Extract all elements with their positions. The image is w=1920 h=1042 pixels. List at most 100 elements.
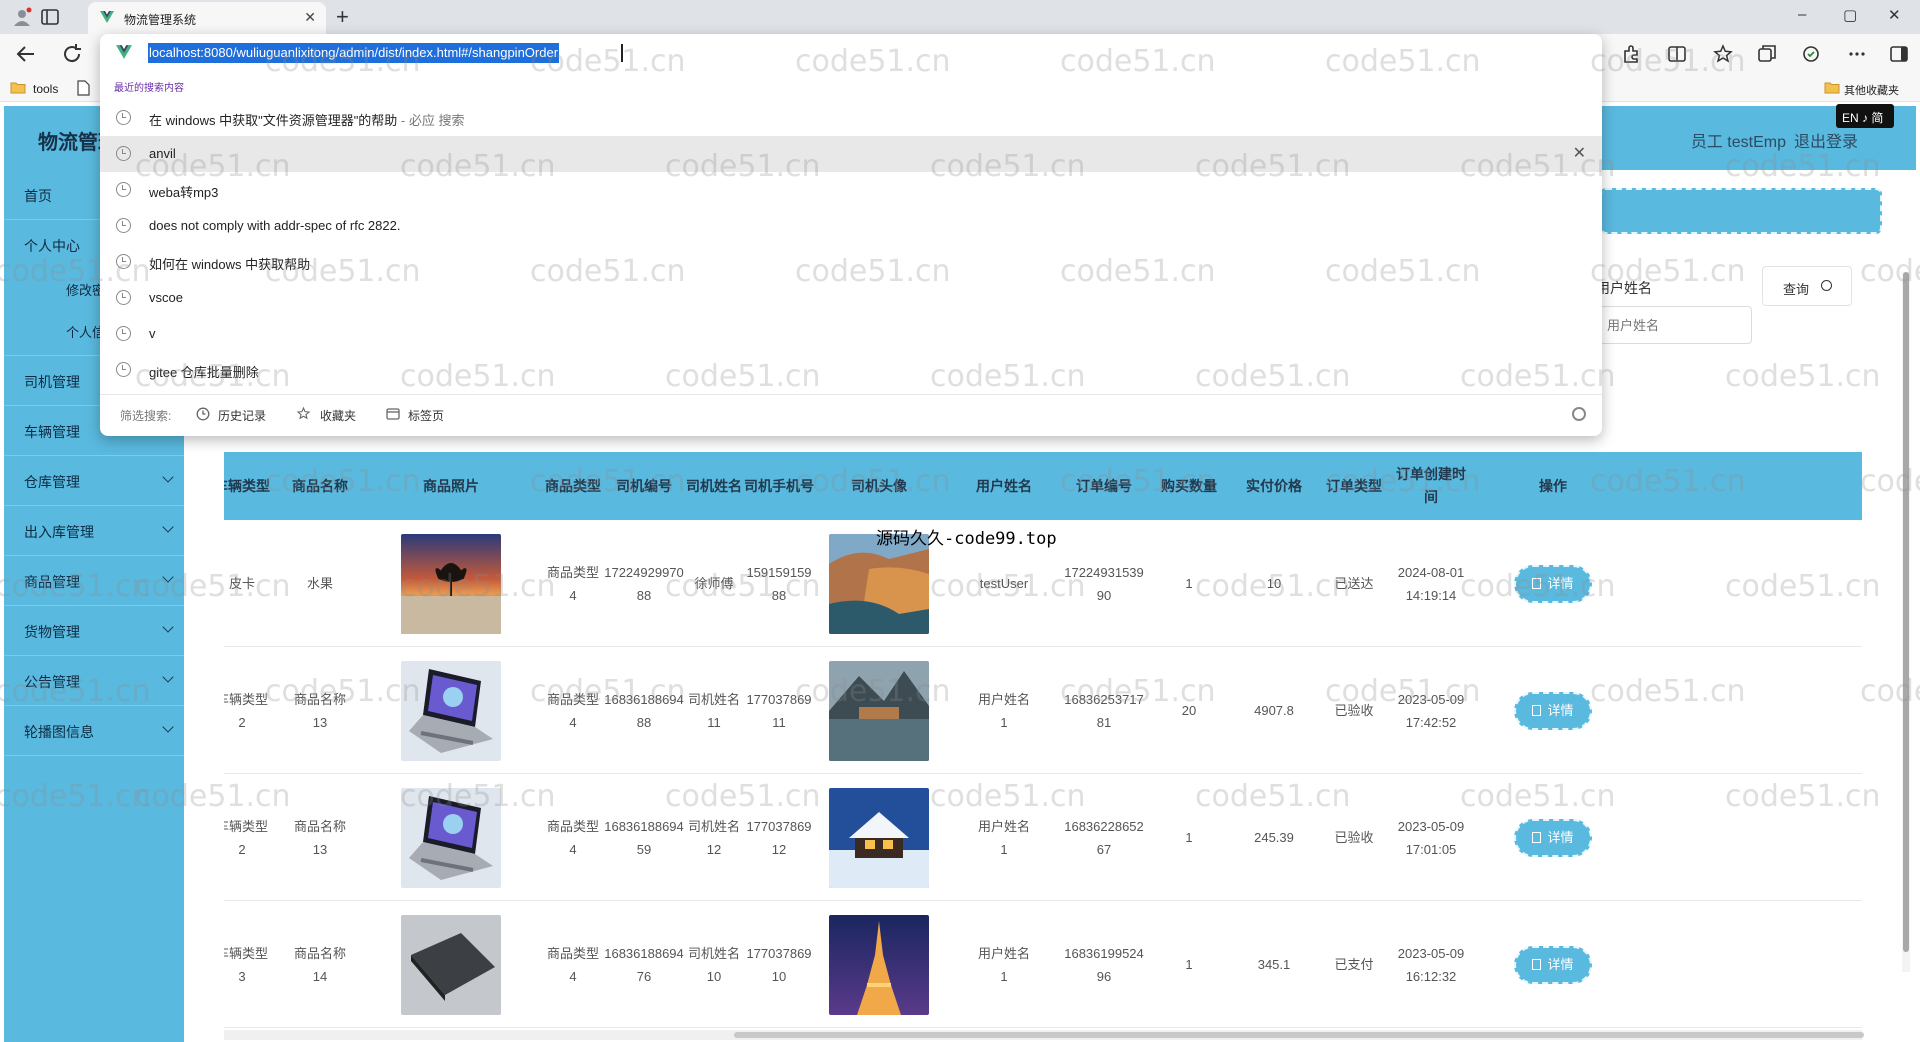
search-user-name-input[interactable] (1596, 306, 1752, 344)
address-input-selected[interactable]: localhost:8080/wuliuguanlixitong/admin/d… (148, 43, 560, 63)
detail-button-label: 详情 (1547, 703, 1574, 718)
extensions-icon[interactable] (1620, 43, 1642, 65)
filter-tabs[interactable]: 标签页 (408, 407, 444, 424)
table-cell-order-no: 1683625371781 (1064, 647, 1144, 774)
bookmark-folder-tools[interactable]: tools (33, 82, 58, 96)
logout-link[interactable]: 退出登录 (1794, 128, 1858, 152)
horizontal-scrollbar[interactable] (224, 1030, 1864, 1040)
sidebar-item-notices[interactable]: 公告管理 (4, 656, 184, 706)
suggestion-query: 在 windows 中获取"文件资源管理器"的帮助 (149, 113, 398, 128)
remove-suggestion-icon[interactable]: ✕ (1573, 143, 1586, 163)
cell-text: 商品类型4 (546, 818, 599, 857)
cell-text: 车辆类型2 (224, 818, 268, 857)
cell-text: 商品名称13 (293, 691, 346, 730)
detail-button[interactable]: 详情 (1514, 818, 1592, 857)
cell-text: 2023-05-09 17:01:05 (1397, 818, 1465, 857)
tab-close-icon[interactable]: ✕ (304, 9, 316, 26)
bookmark-folder-other[interactable]: 其他收藏夹 (1844, 82, 1899, 98)
sidebar-item-goods[interactable]: 货物管理 (4, 606, 184, 656)
column-header: 用户姓名 (976, 477, 1032, 494)
refresh-icon[interactable] (60, 42, 84, 66)
table-cell-vehicle-type: 车辆类型2 (224, 647, 280, 774)
suggestion-item[interactable]: v (100, 316, 1602, 352)
cell-text: 1722492997088 (604, 564, 684, 603)
cell-text: 水果 (306, 576, 333, 591)
cell-text: 17703786911 (746, 691, 812, 730)
table-cell-price: 245.39 (1234, 774, 1314, 901)
scrollbar-thumb[interactable] (734, 1032, 1864, 1038)
suggestion-item[interactable]: weba转mp3 (100, 172, 1602, 208)
product-photo (360, 520, 542, 647)
browser-tab-active[interactable]: 物流管理系统 ✕ (88, 2, 326, 34)
language-badge[interactable]: EN ♪ 简 (1836, 104, 1894, 128)
restore-button[interactable]: ▢ (1843, 6, 1857, 24)
sidebar-item-label: 首页 (24, 188, 52, 204)
sidebar-item-warehouse[interactable]: 仓库管理 (4, 456, 184, 506)
table-cell-driver-no: 1683618869488 (604, 647, 684, 774)
table-cell-order-type: 已送达 (1314, 520, 1394, 647)
sidebar-item-carousel[interactable]: 轮播图信息 (4, 706, 184, 756)
detail-button[interactable]: 详情 (1514, 564, 1592, 603)
column-header: 订单创建时间 (1396, 466, 1466, 505)
more-menu-icon[interactable] (1846, 43, 1868, 65)
suggestion-item[interactable]: 如何在 windows 中获取帮助 (100, 244, 1602, 280)
table-cell-product-type: 商品类型4 (542, 774, 604, 901)
history-clock-icon (116, 146, 131, 161)
table-cell-driver-name: 司机姓名10 (684, 901, 744, 1028)
suggestion-item[interactable]: 在 windows 中获取"文件资源管理器"的帮助 - 必应 搜索 (100, 100, 1602, 136)
table-cell-driver-phone: 17703786912 (744, 774, 814, 901)
collections-icon[interactable] (1756, 43, 1778, 65)
sidebar-item-inout[interactable]: 出入库管理 (4, 506, 184, 556)
new-tab-button[interactable]: + (336, 4, 349, 30)
suggestion-item[interactable]: anvil ✕ (100, 136, 1602, 172)
table-cell-driver-name: 徐师傅 (684, 520, 744, 647)
cell-text: 已送达 (1334, 576, 1374, 591)
cell-text: 2023-05-09 16:12:32 (1397, 945, 1465, 984)
cell-text: 1 (1185, 957, 1193, 972)
tab-actions-icon[interactable] (40, 7, 60, 27)
profile-icon[interactable] (12, 7, 32, 27)
cell-text: 商品类型4 (546, 945, 599, 984)
gear-icon[interactable] (1572, 407, 1586, 421)
cell-text: 徐师傅 (694, 576, 734, 591)
history-clock-icon (116, 362, 131, 377)
vertical-scrollbar[interactable] (1902, 272, 1910, 972)
filter-history[interactable]: 历史记录 (218, 407, 266, 424)
sidebar-item-label: 公告管理 (24, 674, 80, 690)
suggestion-item[interactable]: vscoe (100, 280, 1602, 316)
suggestion-text: weba转mp3 (149, 182, 218, 201)
detail-button[interactable]: 详情 (1514, 691, 1592, 730)
sidebar-toggle-icon[interactable] (1888, 43, 1910, 65)
scrollbar-thumb[interactable] (1903, 272, 1909, 952)
query-button[interactable]: 查询 (1762, 266, 1852, 306)
table-cell-driver-no: 1683618869476 (604, 901, 684, 1028)
cell-text: 1683618869488 (604, 691, 684, 730)
page-icon[interactable] (77, 80, 90, 96)
close-window-button[interactable]: ✕ (1888, 6, 1901, 24)
table-cell-driver-no: 1722492997088 (604, 520, 684, 647)
table-cell-actions: 详情 (1468, 520, 1638, 647)
filter-favorites[interactable]: 收藏夹 (320, 407, 356, 424)
browser-essentials-icon[interactable] (1800, 43, 1822, 65)
cell-text: 用户姓名1 (977, 945, 1030, 984)
sidebar-item-label: 司机管理 (24, 374, 80, 390)
table-cell-price: 4907.8 (1234, 647, 1314, 774)
detail-button[interactable]: 详情 (1514, 945, 1592, 984)
table-cell-actions: 详情 (1468, 901, 1638, 1028)
sidebar-item-products[interactable]: 商品管理 (4, 556, 184, 606)
column-header: 订单编号 (1076, 477, 1132, 494)
minimize-button[interactable]: – (1798, 6, 1806, 23)
sidebar-item-label: 商品管理 (24, 574, 80, 590)
table-cell-user-name: 用户姓名1 (944, 774, 1064, 901)
column-header: 司机头像 (851, 477, 907, 494)
back-arrow-icon[interactable] (14, 42, 38, 66)
current-user: 员工 testEmp (1690, 134, 1786, 151)
suggestion-item[interactable]: does not comply with addr-spec of rfc 28… (100, 208, 1602, 244)
filter-label: 筛选搜索: (120, 409, 172, 423)
split-screen-icon[interactable] (1666, 43, 1688, 65)
table-cell-vehicle-type: 车辆类型3 (224, 901, 280, 1028)
suggestion-item[interactable]: gitee 仓库批量删除 (100, 352, 1602, 388)
table-cell-driver-no: 1683618869459 (604, 774, 684, 901)
suggestion-query: v (149, 326, 156, 341)
favorites-star-icon[interactable] (1712, 43, 1734, 65)
